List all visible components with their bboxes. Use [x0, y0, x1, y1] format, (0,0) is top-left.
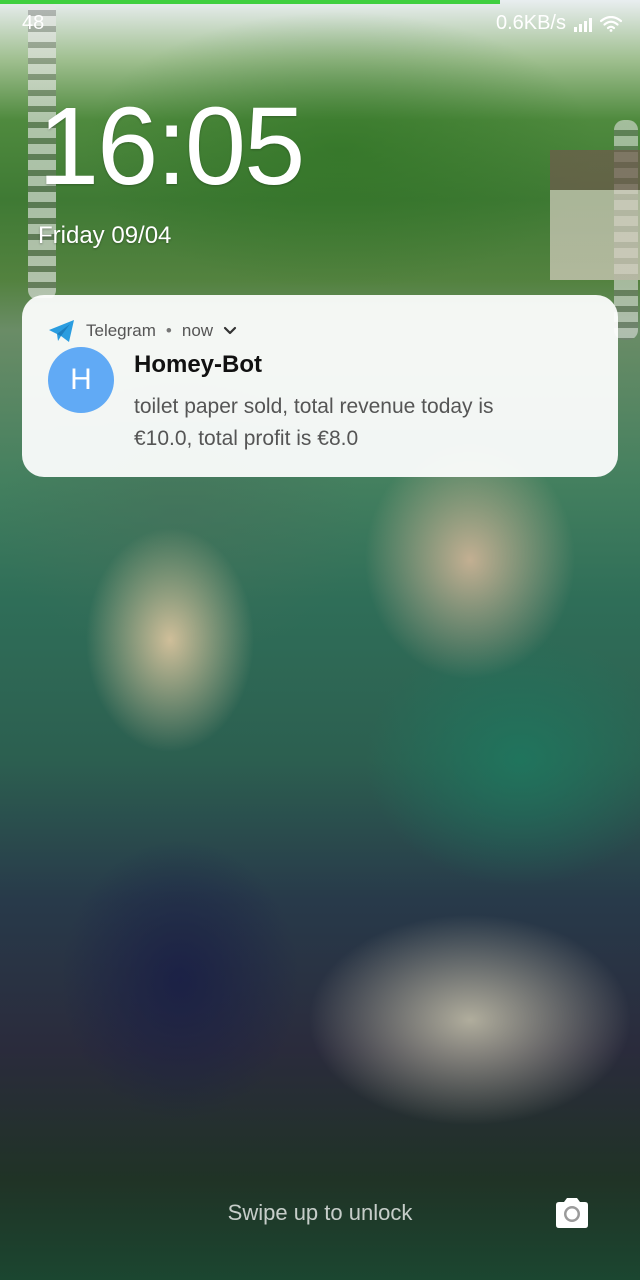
lock-screen: 48 0.6KB/s 16:05 Friday 09/04 Telegram •… [0, 0, 640, 1280]
camera-icon[interactable] [552, 1196, 592, 1232]
notification-app-name: Telegram [86, 321, 156, 340]
wallpaper-house [550, 150, 640, 280]
status-bar: 48 0.6KB/s [0, 6, 640, 40]
lockscreen-date: Friday 09/04 [38, 222, 172, 249]
status-right: 0.6KB/s [496, 12, 622, 35]
notification-separator: • [165, 321, 172, 340]
notification-card[interactable]: Telegram • now H Homey-Bot toilet paper … [22, 295, 618, 477]
avatar: H [48, 347, 114, 413]
network-speed: 0.6KB/s [495, 12, 566, 34]
notification-time: now [181, 321, 214, 340]
lockscreen-clock: 16:05 [38, 85, 305, 208]
wifi-icon [600, 15, 622, 32]
chevron-down-icon[interactable] [223, 326, 237, 336]
telegram-icon [48, 319, 76, 343]
notification-title: Homey-Bot [134, 351, 263, 378]
top-progress-bar [0, 0, 500, 4]
notification-header: Telegram • now [48, 319, 237, 343]
notification-body: toilet paper sold, total revenue today i… [134, 395, 494, 450]
swipe-up-hint: Swipe up to unlock [227, 1200, 413, 1225]
signal-icon [574, 16, 592, 32]
status-left-text: 48 [22, 12, 45, 34]
